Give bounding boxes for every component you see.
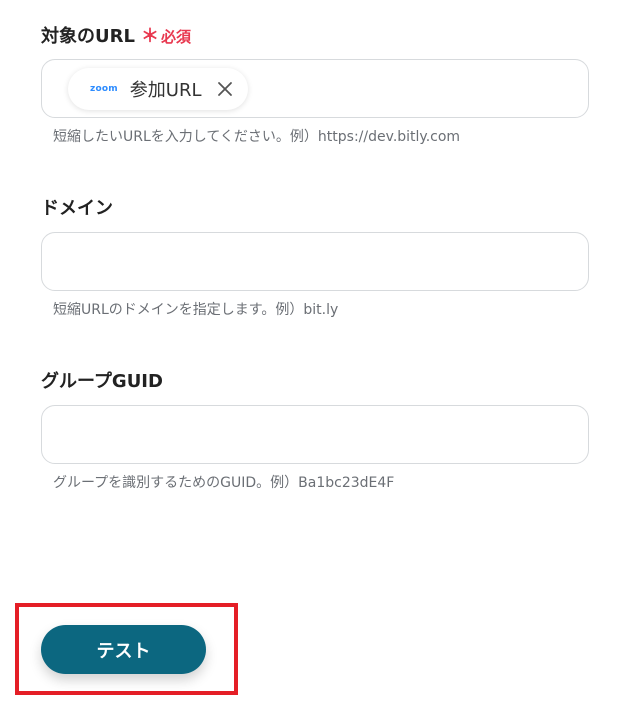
target-url-label: 対象のURL ＊必須: [41, 22, 191, 48]
test-button[interactable]: テスト: [41, 625, 206, 674]
domain-input[interactable]: [41, 232, 589, 291]
required-asterisk: ＊: [140, 26, 159, 47]
group-guid-label: グループGUID: [41, 371, 163, 392]
close-icon[interactable]: [216, 80, 234, 98]
target-url-help: 短縮したいURLを入力してください。例）https://dev.bitly.co…: [53, 129, 461, 145]
zoom-logo-icon: zoom: [90, 84, 118, 94]
domain-help: 短縮URLのドメインを指定します。例）bit.ly: [53, 302, 339, 318]
join-url-chip[interactable]: zoom 参加URL: [68, 68, 248, 110]
target-url-input[interactable]: zoom 参加URL: [41, 59, 589, 118]
join-url-chip-label: 参加URL: [129, 80, 202, 101]
domain-label: ドメイン: [41, 198, 113, 219]
required-text: 必須: [160, 28, 191, 46]
group-guid-input[interactable]: [41, 405, 589, 464]
group-guid-help: グループを識別するためのGUID。例）Ba1bc23dE4F: [53, 475, 395, 491]
target-url-label-text: 対象のURL: [41, 26, 135, 47]
